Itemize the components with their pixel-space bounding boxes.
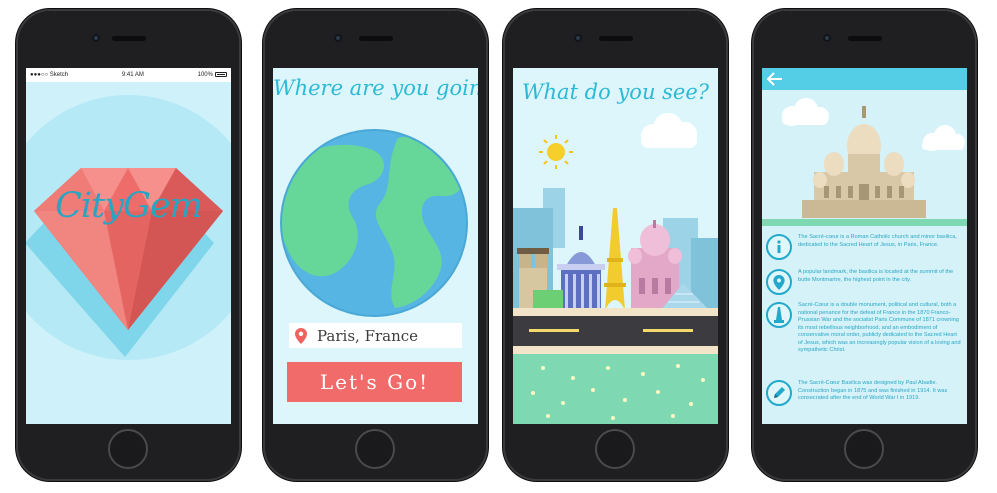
front-camera (334, 34, 342, 42)
earpiece-speaker (848, 36, 882, 41)
home-button[interactable] (355, 429, 395, 469)
earpiece-speaker (359, 36, 393, 41)
monument-icon (766, 302, 792, 328)
nav-bar (762, 68, 967, 90)
splash-screen: ●●●○○ Sketch 9:41 AM 100% CityGem (26, 68, 231, 424)
info-row-description: The Sacré-cœur is a Roman Catholic churc… (766, 234, 963, 260)
location-value: Paris, France (317, 326, 419, 345)
destination-screen: Where are you going? Paris, France Let's… (273, 68, 478, 424)
info-row-construction: The Sacré-Cœur Basilica was designed by … (766, 380, 963, 406)
paris-scene-illustration (513, 113, 718, 424)
cloud-icon (782, 98, 829, 126)
info-icon (766, 234, 792, 260)
map-pin-icon (295, 327, 307, 344)
globe-illustration (280, 129, 468, 317)
eiffel-tower-icon (604, 208, 626, 310)
back-arrow-icon[interactable] (766, 71, 784, 87)
pencil-icon (766, 380, 792, 406)
info-row-history: Sacré-Cœur is a double monument, politic… (766, 302, 963, 355)
front-camera (823, 34, 831, 42)
info-text: A popular landmark, the basilica is loca… (798, 269, 954, 283)
cloud-icon (922, 125, 965, 151)
front-camera (574, 34, 582, 42)
app-logo-text: CityGem (55, 186, 203, 226)
phone-discover: What do you see? (503, 9, 728, 481)
discover-screen: What do you see? (513, 68, 718, 424)
home-button[interactable] (844, 429, 884, 469)
phone-destination: Where are you going? Paris, France Let's… (263, 9, 488, 481)
home-button[interactable] (108, 429, 148, 469)
info-text: The Sacré-Cœur Basilica was designed by … (798, 380, 948, 401)
ground-divider (762, 219, 967, 226)
earpiece-speaker (599, 36, 633, 41)
detail-screen: The Sacré-cœur is a Roman Catholic churc… (762, 68, 967, 424)
sun-icon (539, 135, 573, 169)
phone-splash: ●●●○○ Sketch 9:41 AM 100% CityGem (16, 9, 241, 481)
front-camera (92, 34, 100, 42)
sacre-coeur-illustration (782, 98, 965, 218)
cloud-icon (641, 113, 697, 148)
lets-go-button[interactable]: Let's Go! (287, 362, 462, 402)
phone-detail: The Sacré-cœur is a Roman Catholic churc… (752, 9, 977, 481)
gem-logo-icon (26, 168, 223, 357)
info-text: The Sacré-cœur is a Roman Catholic churc… (798, 234, 957, 248)
earpiece-speaker (112, 36, 146, 41)
location-input[interactable]: Paris, France (289, 323, 462, 348)
info-row-location: A popular landmark, the basilica is loca… (766, 269, 963, 295)
location-pin-icon (766, 269, 792, 295)
info-text: Sacré-Cœur is a double monument, politic… (798, 302, 961, 353)
home-button[interactable] (595, 429, 635, 469)
